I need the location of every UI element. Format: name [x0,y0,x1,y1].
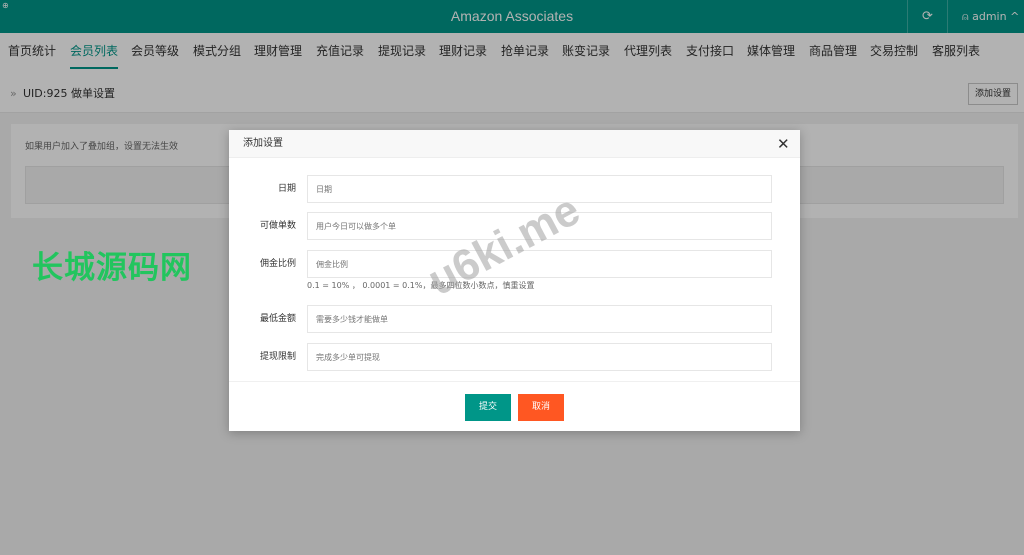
min-amount-label: 最低金额 [259,314,296,324]
field-row-min-amount: 最低金额 [229,305,800,333]
commission-label: 佣金比例 [259,259,296,269]
cancel-button[interactable]: 取消 [518,394,564,421]
withdraw-limit-label: 提现限制 [259,352,296,362]
close-icon[interactable]: ✕ [777,130,790,158]
order-count-label: 可做单数 [259,221,296,231]
field-row-date: 日期 [229,175,800,203]
min-amount-input[interactable] [307,305,772,333]
date-label: 日期 [277,184,296,194]
field-row-withdraw-limit: 提现限制 [229,343,800,371]
dialog-footer: 提交 取消 [229,381,800,431]
add-setting-dialog: 添加设置 ✕ 日期 可做单数 佣金比例 0.1 = 10% ， 0.0001 =… [229,130,800,431]
submit-button[interactable]: 提交 [465,394,511,421]
dialog-header: 添加设置 ✕ [229,130,800,158]
site-watermark: 长城源码网 [32,250,192,286]
dialog-title: 添加设置 [243,138,283,149]
withdraw-limit-input[interactable] [307,343,772,371]
commission-hint: 0.1 = 10% ， 0.0001 = 0.1%，最多四位数小数点，慎重设置 [307,281,535,290]
